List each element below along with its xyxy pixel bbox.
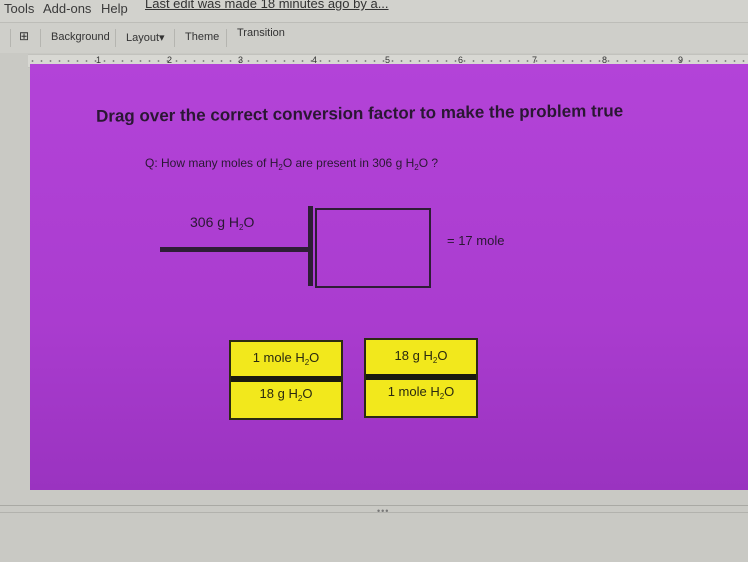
theme-button[interactable]: Theme — [185, 31, 219, 43]
chevron-down-icon: ▾ — [159, 32, 165, 44]
resize-handle[interactable]: ••• — [377, 506, 389, 516]
card-fraction-bar — [366, 374, 476, 380]
given-part: 306 g H — [190, 214, 240, 230]
speaker-notes-divider — [0, 505, 748, 506]
transition-button[interactable]: Transition — [237, 27, 285, 39]
conversion-factor-card[interactable]: 18 g H2O 1 mole H2O — [364, 338, 478, 418]
drop-target-box[interactable] — [315, 208, 431, 288]
question-part: O ? — [418, 156, 439, 170]
denominator-part: O — [444, 384, 455, 399]
denominator-part: 18 g H — [259, 386, 298, 401]
toolbar: ⊞ Background Layout▾ Theme Transition — [0, 22, 748, 53]
menu-bar: Tools Add-ons Help Last edit was made 18… — [0, 0, 748, 22]
question-part: O are present in 306 g H — [282, 156, 415, 170]
numerator-part: 1 mole H — [252, 350, 305, 365]
layout-button[interactable]: Layout▾ — [126, 31, 165, 44]
last-edit-link[interactable]: Last edit was made 18 minutes ago by a..… — [145, 0, 389, 11]
given-quantity: 306 g H2O — [190, 214, 254, 232]
question-part: Q: How many moles of H — [145, 156, 279, 170]
numerator-part: O — [309, 350, 320, 365]
divider-line — [308, 206, 313, 286]
slide-canvas[interactable]: Drag over the correct conversion factor … — [30, 64, 748, 490]
layout-label: Layout — [126, 32, 160, 44]
toolbar-divider — [226, 29, 227, 47]
card-numerator: 1 mole H2O — [231, 350, 341, 367]
background-button[interactable]: Background — [51, 31, 110, 43]
card-denominator: 18 g H2O — [231, 386, 341, 403]
toolbar-divider — [174, 29, 175, 47]
add-comment-icon[interactable]: ⊞ — [19, 29, 29, 43]
toolbar-divider — [115, 29, 116, 47]
menu-tools[interactable]: Tools — [4, 1, 34, 16]
denominator-part: 1 mole H — [387, 384, 440, 399]
toolbar-divider — [40, 29, 41, 47]
conversion-factor-card[interactable]: 1 mole H2O 18 g H2O — [229, 340, 343, 420]
menu-help[interactable]: Help — [101, 1, 128, 16]
given-part: O — [243, 214, 255, 230]
fraction-line — [160, 247, 310, 252]
numerator-part: O — [437, 348, 448, 363]
denominator-part: O — [302, 386, 313, 401]
card-numerator: 18 g H2O — [366, 348, 476, 365]
toolbar-divider — [10, 29, 11, 47]
card-denominator: 1 mole H2O — [366, 384, 476, 401]
speaker-notes-divider — [0, 512, 748, 513]
card-fraction-bar — [231, 376, 341, 382]
result-text: = 17 mole — [447, 233, 505, 248]
menu-add-ons[interactable]: Add-ons — [43, 1, 91, 16]
slide-title: Drag over the correct conversion factor … — [95, 101, 624, 126]
numerator-part: 18 g H — [394, 348, 433, 363]
question-text: Q: How many moles of H2O are present in … — [145, 156, 438, 172]
